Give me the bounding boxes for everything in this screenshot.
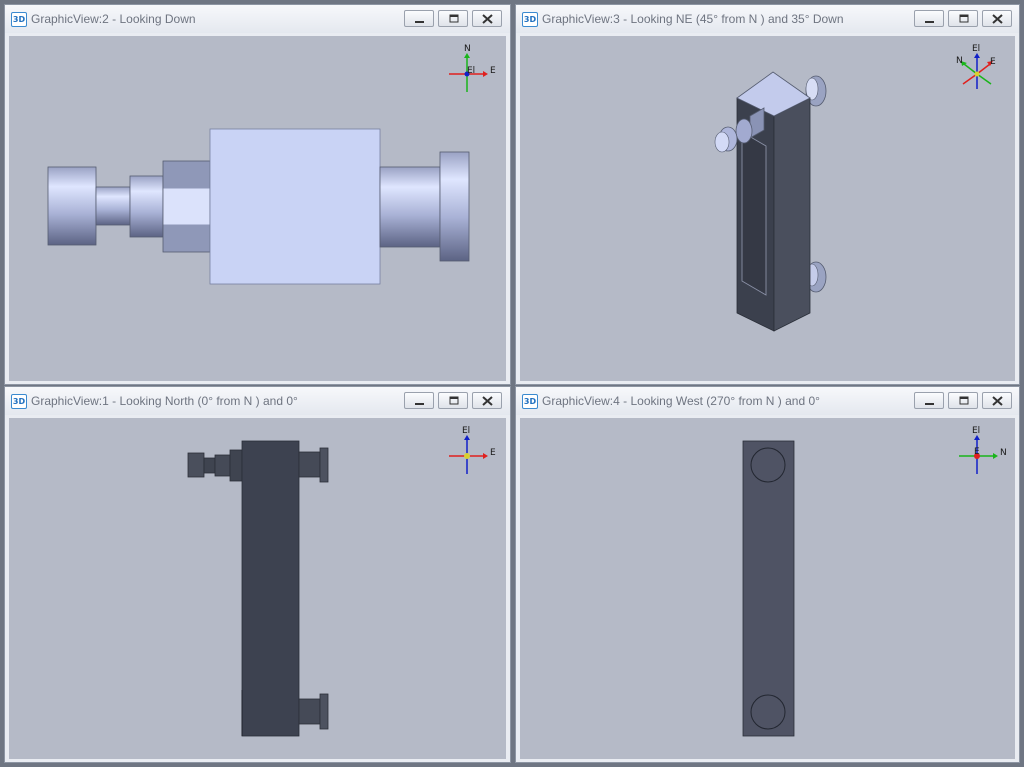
maximize-button[interactable]	[948, 10, 978, 27]
triad-elevation-label: El	[462, 426, 470, 436]
minimize-button[interactable]	[914, 392, 944, 409]
graphic-view-1-titlebar[interactable]: 3D GraphicView:1 - Looking North (0° fro…	[5, 387, 510, 415]
graphic-view-2-title: GraphicView:2 - Looking Down	[31, 12, 196, 26]
graphic-view-4-titlebar[interactable]: 3D GraphicView:4 - Looking West (270° fr…	[516, 387, 1019, 415]
graphic-view-3-viewport[interactable]: El N E	[520, 36, 1015, 381]
close-button[interactable]	[982, 10, 1012, 27]
graphic-view-1-viewport[interactable]: El E	[9, 418, 506, 759]
restore-icon	[959, 14, 969, 23]
close-icon	[992, 396, 1003, 406]
graphic-view-3-window[interactable]: 3D GraphicView:3 - Looking NE (45° from …	[515, 4, 1020, 385]
close-button[interactable]	[472, 392, 502, 409]
graphic-view-4-viewport[interactable]: El N E	[520, 418, 1015, 759]
minimize-icon	[925, 403, 934, 405]
graphic-view-1-window[interactable]: 3D GraphicView:1 - Looking North (0° fro…	[4, 386, 511, 763]
close-icon	[992, 14, 1003, 24]
close-icon	[482, 14, 493, 24]
close-button[interactable]	[472, 10, 502, 27]
graphic-view-4-window[interactable]: 3D GraphicView:4 - Looking West (270° fr…	[515, 386, 1020, 763]
orientation-triad: El N E	[959, 426, 1007, 474]
maximize-button[interactable]	[438, 392, 468, 409]
3d-view-icon: 3D	[11, 12, 27, 27]
graphic-view-2-viewport[interactable]: N E El	[9, 36, 506, 381]
orientation-triad: El E	[449, 426, 496, 474]
restore-icon	[449, 396, 459, 405]
triad-north-label: N	[1000, 448, 1007, 458]
graphic-view-3-title: GraphicView:3 - Looking NE (45° from N )…	[542, 12, 844, 26]
3d-view-icon: 3D	[522, 394, 538, 409]
close-icon	[482, 396, 493, 406]
minimize-button[interactable]	[914, 10, 944, 27]
3d-view-icon: 3D	[11, 394, 27, 409]
triad-east-label: E	[990, 57, 996, 67]
graphic-view-2-titlebar[interactable]: 3D GraphicView:2 - Looking Down	[5, 5, 510, 33]
minimize-icon	[415, 21, 424, 23]
triad-north-label: N	[956, 56, 963, 66]
maximize-button[interactable]	[438, 10, 468, 27]
triad-east-label: E	[974, 447, 980, 457]
orientation-triad: El N E	[956, 44, 996, 89]
orientation-triad: N E El	[449, 44, 496, 92]
triad-elevation-label: El	[467, 66, 475, 76]
minimize-icon	[415, 403, 424, 405]
triad-north-label: N	[464, 44, 471, 54]
graphic-view-2-window[interactable]: 3D GraphicView:2 - Looking Down N E El	[4, 4, 511, 385]
restore-icon	[449, 14, 459, 23]
triad-east-label: E	[490, 448, 496, 458]
restore-icon	[959, 396, 969, 405]
graphic-view-4-title: GraphicView:4 - Looking West (270° from …	[542, 394, 820, 408]
minimize-button[interactable]	[404, 392, 434, 409]
graphic-view-1-title: GraphicView:1 - Looking North (0° from N…	[31, 394, 298, 408]
minimize-icon	[925, 21, 934, 23]
triad-elevation-label: El	[972, 426, 980, 436]
maximize-button[interactable]	[948, 392, 978, 409]
graphic-view-3-titlebar[interactable]: 3D GraphicView:3 - Looking NE (45° from …	[516, 5, 1019, 33]
close-button[interactable]	[982, 392, 1012, 409]
minimize-button[interactable]	[404, 10, 434, 27]
triad-elevation-label: El	[972, 44, 980, 54]
3d-view-icon: 3D	[522, 12, 538, 27]
triad-east-label: E	[490, 66, 496, 76]
